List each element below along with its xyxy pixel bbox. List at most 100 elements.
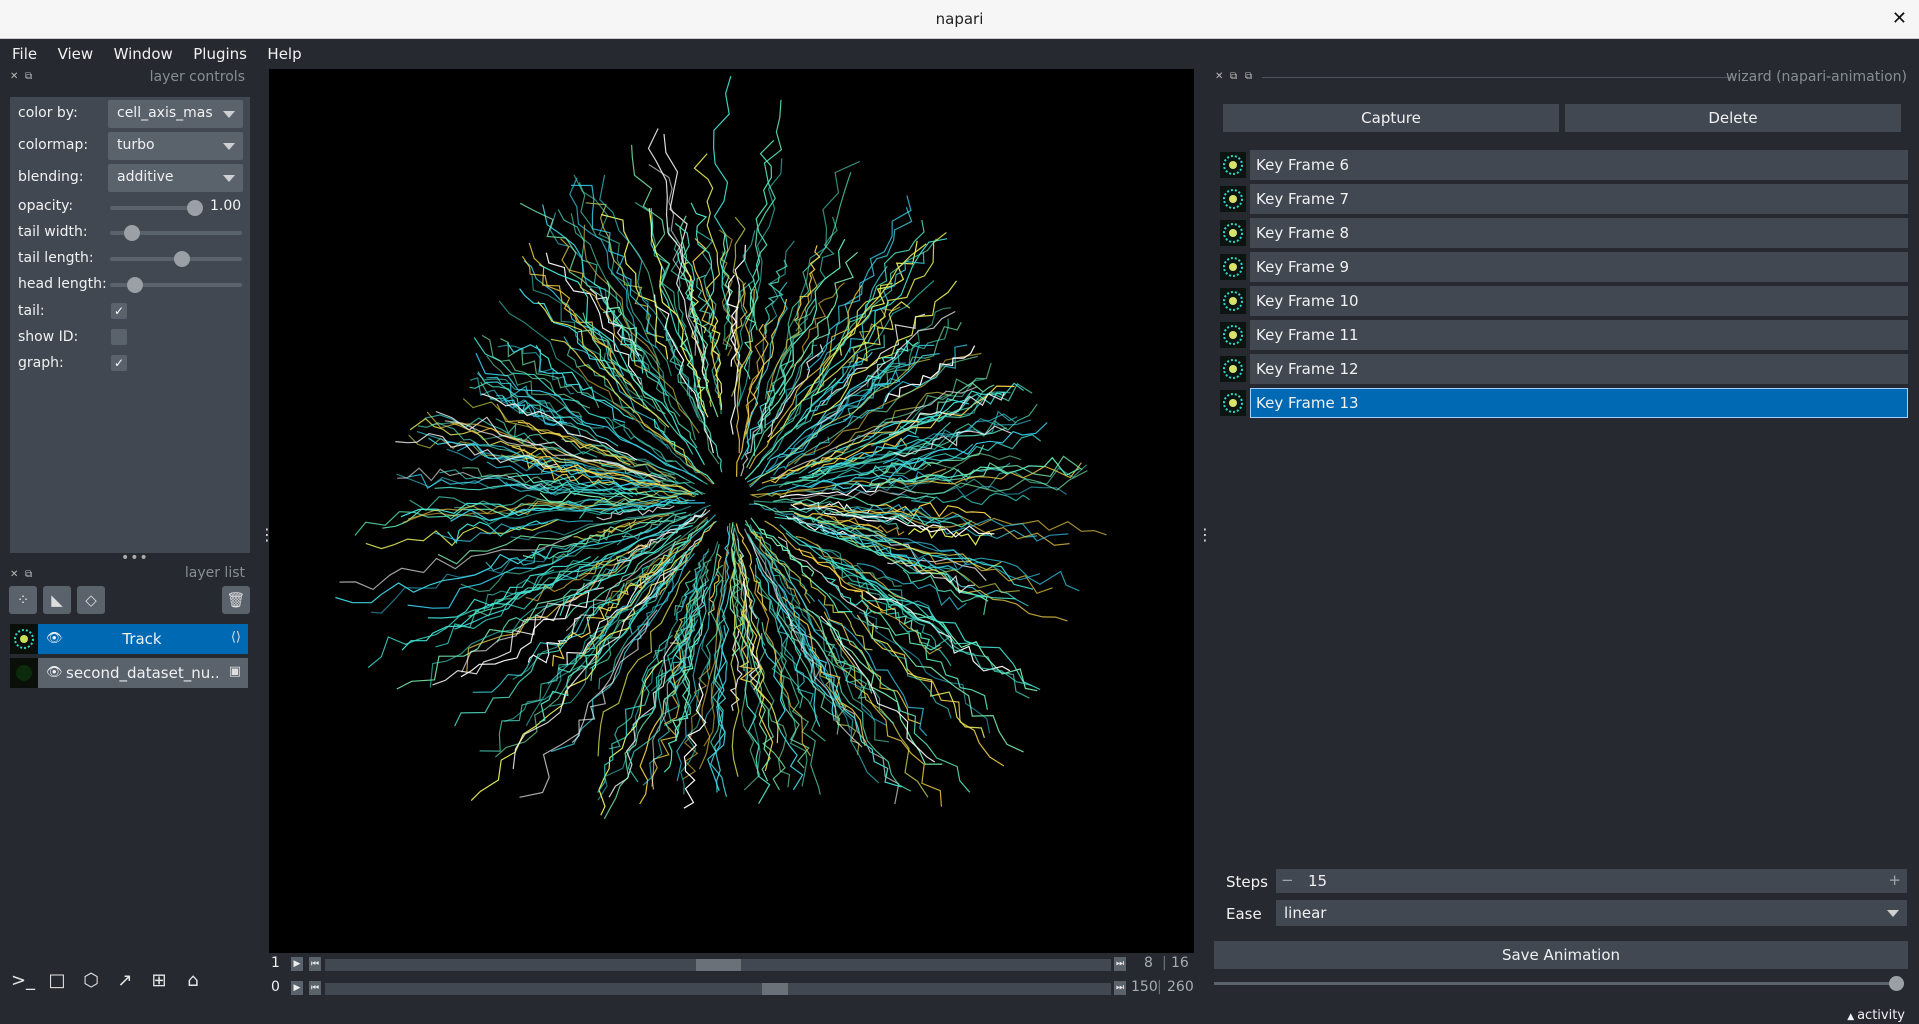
opacity-slider[interactable] [110,200,203,216]
steps-spinbox[interactable]: − 15 + [1276,869,1907,893]
toggle-ndisplay-icon[interactable]: □ [43,967,71,995]
new-labels-layer-icon[interactable]: ◇ [77,586,105,614]
show-id-label: show ID: [18,329,79,345]
dock-close-icon[interactable]: ✕ [10,71,18,82]
menu-plugins[interactable]: Plugins [193,39,247,69]
dims-slider[interactable] [325,983,1111,995]
dock-header-rule [1262,77,1734,78]
colormap-dropdown[interactable]: turbo [108,132,243,160]
play-icon[interactable]: ▶ [291,981,303,995]
step-back-icon[interactable]: ⏮ [309,957,321,971]
save-animation-button[interactable]: Save Animation [1214,941,1908,969]
key-frame-label: Key Frame 11 [1256,326,1359,344]
tail-width-slider-handle[interactable] [124,225,140,241]
resize-handle-icon[interactable]: ⋮ [1197,525,1213,544]
menu-file[interactable]: File [12,39,37,69]
capture-button[interactable]: Capture [1223,104,1559,132]
head-length-slider-handle[interactable] [127,277,143,293]
key-frame-thumbnail [1220,186,1246,212]
dims-total-value: 16 [1171,955,1189,971]
key-frame-list: Key Frame 6 Key Frame 7 Key Frame 8 Key Fra… [1216,150,1908,420]
key-frame-item[interactable]: Key Frame 9 [1216,252,1908,282]
new-shapes-layer-icon[interactable]: ◣ [43,586,71,614]
color-by-dropdown[interactable]: cell_axis_mas [108,100,243,128]
close-icon[interactable]: ✕ [1892,8,1907,29]
dims-axis-label: 1 [271,955,280,971]
key-frame-label: Key Frame 10 [1256,292,1359,310]
dock-float-icon[interactable]: ⧉ [25,569,32,580]
dock-float-icon[interactable]: ⧉ [1230,71,1237,82]
menu-window[interactable]: Window [114,39,173,69]
key-frame-label: Key Frame 6 [1256,156,1350,174]
blending-dropdown[interactable]: additive [108,164,243,192]
color-by-label: color by: [18,105,78,121]
layer-controls-panel: color by: cell_axis_mas colormap: turbo … [10,97,250,553]
dims-total-value: 260 [1167,979,1194,995]
key-frame-item[interactable]: Key Frame 11 [1216,320,1908,350]
animation-frame-slider-handle[interactable] [1889,976,1904,991]
head-length-slider[interactable] [110,277,242,293]
dims-slider-thumb[interactable] [762,983,788,995]
opacity-slider-handle[interactable] [187,200,203,216]
delete-layer-icon[interactable]: 🗑 [222,586,250,614]
dims-current-value: 150 [1131,979,1158,995]
blending-value: additive [117,169,174,185]
ease-dropdown[interactable]: linear [1276,900,1907,926]
step-back-icon[interactable]: ⏮ [309,981,321,995]
colormap-value: turbo [117,137,155,153]
step-forward-icon[interactable]: ⏭ [1114,981,1126,995]
graph-checkbox[interactable]: ✓ [111,355,127,371]
dims-axis-label: 0 [271,979,280,995]
dock-pin-icon[interactable]: ⧉ [1245,71,1252,82]
key-frame-label: Key Frame 12 [1256,360,1359,378]
home-icon[interactable]: ⌂ [179,967,207,995]
tail-length-slider[interactable] [110,251,242,267]
key-frame-item[interactable]: Key Frame 6 [1216,150,1908,180]
grid-view-icon[interactable]: ⊞ [145,967,173,995]
roll-dims-icon[interactable]: ⬡ [77,967,105,995]
tracks-icon: ⟨⟩ [230,630,241,645]
layer-item[interactable]: 👁 Track ⟨⟩ [10,624,248,654]
key-frame-item[interactable]: Key Frame 12 [1216,354,1908,384]
chevron-up-icon: ▲ [1847,1012,1858,1022]
menu-view[interactable]: View [58,39,94,69]
activity-status[interactable]: ▲ activity [1847,1008,1905,1023]
key-frame-item[interactable]: Key Frame 8 [1216,218,1908,248]
key-frame-thumbnail [1220,152,1246,178]
viewer-canvas[interactable] [269,69,1194,953]
ease-value: linear [1284,904,1327,922]
dock-close-icon[interactable]: ✕ [1215,71,1223,82]
show-id-checkbox[interactable] [111,329,127,345]
key-frame-item[interactable]: Key Frame 7 [1216,184,1908,214]
splitter-handle-icon[interactable]: ••• [121,550,149,566]
plus-icon[interactable]: + [1888,871,1901,889]
tail-width-slider[interactable] [110,225,242,241]
opacity-label: opacity: [18,198,74,214]
tail-length-slider-handle[interactable] [174,251,190,267]
transpose-dims-icon[interactable]: ↗ [111,967,139,995]
key-frame-thumbnail [1220,390,1246,416]
dims-slider[interactable] [325,959,1111,971]
play-icon[interactable]: ▶ [291,957,303,971]
key-frame-item[interactable]: Key Frame 10 [1216,286,1908,316]
layer-item[interactable]: 👁 second_dataset_nu... ▣ [10,658,248,688]
head-length-label: head length: [18,276,107,292]
tail-label: tail: [18,303,45,319]
key-frame-item[interactable]: Key Frame 13 [1216,388,1908,418]
step-forward-icon[interactable]: ⏭ [1114,957,1126,971]
dims-separator: | [1162,955,1167,971]
tail-checkbox[interactable]: ✓ [111,303,127,319]
animation-frame-slider[interactable] [1214,976,1904,991]
delete-button[interactable]: Delete [1565,104,1901,132]
dock-close-icon[interactable]: ✕ [10,569,18,580]
dock-float-icon[interactable]: ⧉ [25,71,32,82]
tracks-render [335,76,1107,820]
console-icon[interactable]: >_ [9,967,37,995]
dims-slider-thumb[interactable] [696,959,741,971]
menu-help[interactable]: Help [267,39,301,69]
visibility-eye-icon[interactable]: 👁 [46,631,63,646]
visibility-eye-icon[interactable]: 👁 [46,665,63,680]
key-frame-thumbnail [1220,322,1246,348]
new-points-layer-icon[interactable]: ⁘ [9,586,37,614]
minus-icon[interactable]: − [1281,871,1294,889]
